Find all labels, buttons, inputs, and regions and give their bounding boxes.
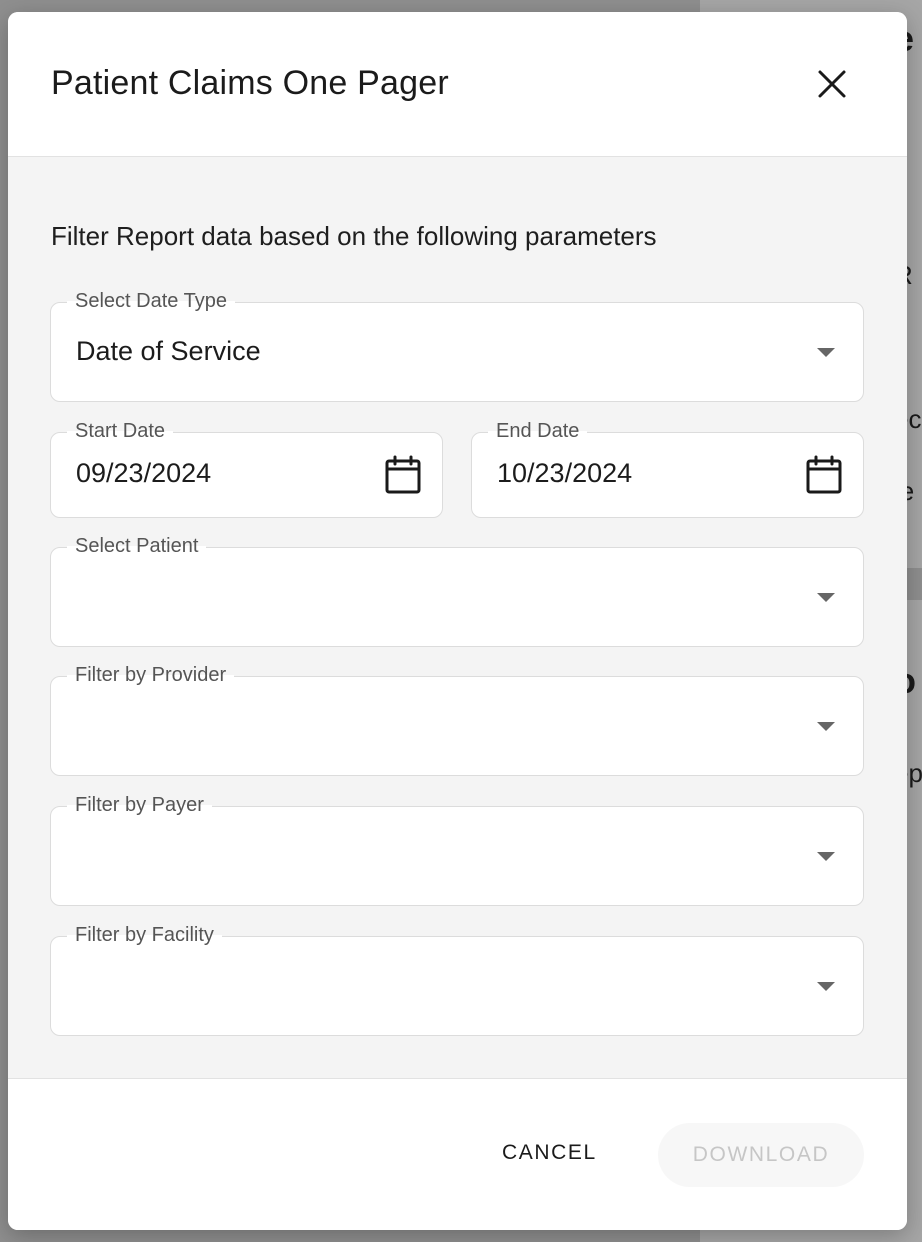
start-date-label: Start Date [67,418,174,444]
dialog-body: Filter Report data based on the followin… [8,157,907,1079]
provider-label: Filter by Provider [67,662,235,688]
calendar-icon[interactable] [805,455,843,495]
chevron-down-icon [817,982,835,991]
cancel-button[interactable]: CANCEL [502,1141,597,1165]
start-date-field[interactable]: Start Date 09/23/2024 [50,418,443,518]
download-button: DOWNLOAD [658,1123,864,1187]
close-icon [818,70,846,98]
end-date-value: 10/23/2024 [497,458,633,488]
chevron-down-icon [817,852,835,861]
patient-label: Select Patient [67,533,207,559]
close-button[interactable] [814,66,850,102]
chevron-down-icon [817,348,835,357]
patient-select[interactable]: Select Patient [50,533,864,647]
date-type-value: Date of Service [76,336,261,366]
dialog-footer: CANCEL DOWNLOAD [8,1078,907,1230]
calendar-icon[interactable] [384,455,422,495]
chevron-down-icon [817,593,835,602]
provider-select[interactable]: Filter by Provider [50,662,864,776]
payer-label: Filter by Payer [67,792,212,818]
report-filter-dialog: Patient Claims One Pager Filter Report d… [8,12,907,1230]
end-date-field[interactable]: End Date 10/23/2024 [471,418,864,518]
intro-text: Filter Report data based on the followin… [51,221,657,251]
date-type-select[interactable]: Select Date Type Date of Service [50,288,864,402]
start-date-value: 09/23/2024 [76,458,212,488]
payer-select[interactable]: Filter by Payer [50,792,864,906]
dialog-header: Patient Claims One Pager [8,12,907,157]
dialog-title: Patient Claims One Pager [51,64,449,102]
date-type-label: Select Date Type [67,288,235,314]
chevron-down-icon [817,722,835,731]
end-date-label: End Date [488,418,588,444]
facility-select[interactable]: Filter by Facility [50,922,864,1036]
facility-label: Filter by Facility [67,922,222,948]
